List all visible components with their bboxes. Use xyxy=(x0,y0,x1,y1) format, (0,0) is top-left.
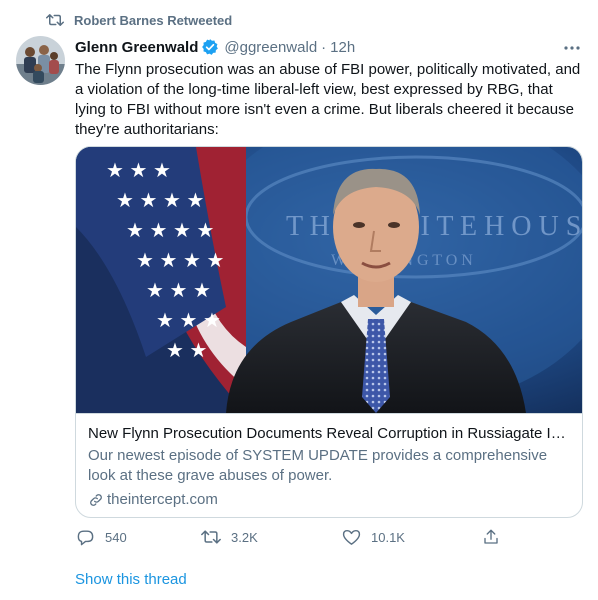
svg-text:★ ★ ★ ★: ★ ★ ★ ★ xyxy=(126,220,214,242)
link-icon xyxy=(88,492,104,508)
card-image: T H E W H I T E H O U S E W A S H I N G … xyxy=(76,147,583,413)
tweet-header: Glenn Greenwald @ggreenwald · 12h xyxy=(75,36,582,58)
svg-text:★ ★ ★ ★: ★ ★ ★ ★ xyxy=(136,250,224,272)
svg-text:★ ★ ★ ★: ★ ★ ★ ★ xyxy=(116,190,204,212)
card-title[interactable]: New Flynn Prosecution Documents Reveal C… xyxy=(88,424,572,444)
retweet-banner[interactable]: Robert Barnes Retweeted xyxy=(44,10,232,30)
show-thread-link[interactable]: Show this thread xyxy=(75,571,187,588)
reply-icon xyxy=(75,527,95,547)
like-button[interactable]: 10.1K xyxy=(341,527,481,547)
avatar[interactable] xyxy=(16,36,65,85)
share-button[interactable] xyxy=(481,527,511,547)
author-name[interactable]: Glenn Greenwald xyxy=(75,39,198,56)
tweet-actions: 540 3.2K 10.1K xyxy=(75,526,515,548)
card-domain[interactable]: theintercept.com xyxy=(88,490,570,510)
author-handle[interactable]: @ggreenwald xyxy=(224,39,317,56)
card-body[interactable]: New Flynn Prosecution Documents Reveal C… xyxy=(76,413,582,517)
card-description: Our newest episode of SYSTEM UPDATE prov… xyxy=(88,447,548,484)
svg-text:T H E W H I T E H O U S E: T H E W H I T E H O U S E xyxy=(286,211,583,242)
reply-count: 540 xyxy=(105,529,127,545)
retweet-count: 3.2K xyxy=(231,529,258,545)
reply-button[interactable]: 540 xyxy=(75,527,201,547)
like-count: 10.1K xyxy=(371,529,405,545)
svg-text:★ ★ ★: ★ ★ ★ xyxy=(156,310,221,332)
more-options-icon[interactable] xyxy=(562,38,582,58)
retweet-action-icon xyxy=(201,527,221,547)
link-card[interactable]: T H E W H I T E H O U S E W A S H I N G … xyxy=(75,146,583,518)
share-icon xyxy=(481,527,501,547)
retweet-button[interactable]: 3.2K xyxy=(201,527,341,547)
tweet-text: The Flynn prosecution was an abuse of FB… xyxy=(75,61,581,138)
tweet-timestamp[interactable]: 12h xyxy=(330,39,355,56)
retweet-banner-text: Robert Barnes Retweeted xyxy=(74,12,233,28)
svg-text:★ ★ ★: ★ ★ ★ xyxy=(146,280,211,302)
retweet-icon xyxy=(44,11,66,29)
svg-text:★ ★ ★: ★ ★ ★ xyxy=(106,160,171,182)
verified-badge-icon xyxy=(201,38,219,56)
heart-icon xyxy=(341,527,361,547)
svg-text:★ ★: ★ ★ xyxy=(166,340,207,362)
separator-dot: · xyxy=(321,38,327,56)
card-domain-text: theintercept.com xyxy=(107,491,218,508)
